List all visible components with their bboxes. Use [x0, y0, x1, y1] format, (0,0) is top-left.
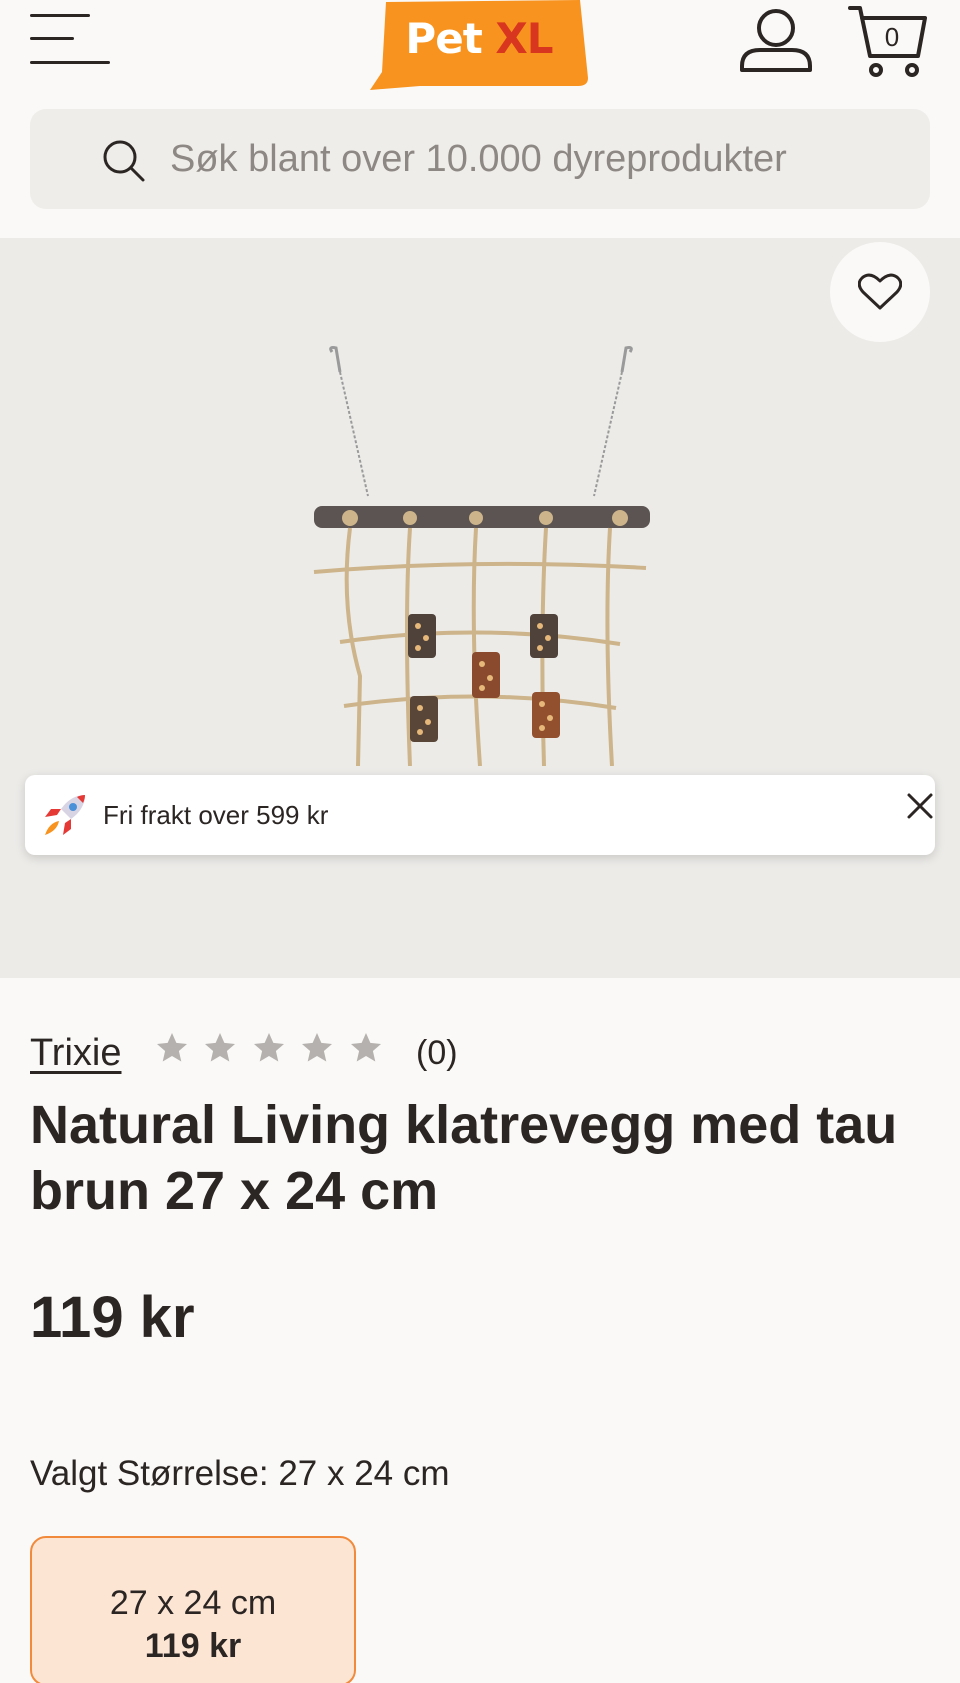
- product-image: [313, 346, 650, 766]
- cart-count-badge: 0: [884, 22, 900, 52]
- size-option-size: 27 x 24 cm: [109, 1584, 277, 1622]
- size-option-price: 119 kr: [144, 1627, 242, 1665]
- rating-stars[interactable]: [154, 1030, 392, 1070]
- review-count[interactable]: (0): [416, 1034, 458, 1073]
- product-title: Natural Living klatrevegg med tau brun 2…: [30, 1095, 898, 1221]
- search-icon: [103, 140, 145, 182]
- brand-link[interactable]: Trixie: [30, 1032, 121, 1075]
- star-icon: [302, 1033, 333, 1062]
- free-shipping-banner: Fri frakt over 599 kr: [25, 775, 935, 855]
- product-price: 119 kr: [30, 1285, 195, 1350]
- heart-icon: [858, 273, 902, 310]
- search-bar[interactable]: [30, 109, 930, 209]
- account-icon[interactable]: [738, 6, 814, 72]
- free-shipping-text: Fri frakt over 599 kr: [103, 800, 329, 830]
- cart-button[interactable]: 0: [848, 4, 928, 78]
- site-header: Pet XL 0: [0, 0, 960, 238]
- size-option-selected[interactable]: 27 x 24 cm 119 kr: [30, 1536, 356, 1683]
- add-to-favorites-button[interactable]: [830, 242, 930, 342]
- star-icon: [205, 1033, 236, 1062]
- selected-size-label: Valgt Størrelse: 27 x 24 cm: [30, 1454, 450, 1493]
- star-icon: [253, 1033, 284, 1062]
- rocket-icon: [45, 795, 85, 835]
- star-icon: [350, 1033, 381, 1062]
- star-icon: [157, 1033, 187, 1062]
- hamburger-menu-icon[interactable]: [30, 14, 110, 66]
- search-input[interactable]: [170, 109, 910, 209]
- pet-xl-logo[interactable]: Pet XL: [370, 0, 590, 92]
- product-image-gallery[interactable]: [0, 238, 960, 978]
- close-icon[interactable]: [903, 789, 937, 823]
- logo-text: Pet XL: [405, 14, 553, 63]
